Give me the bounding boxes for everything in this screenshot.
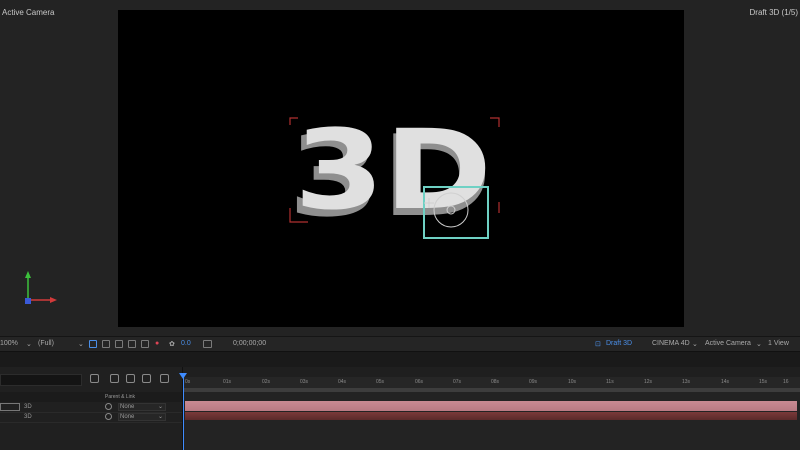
layer-name[interactable]: 3D <box>24 404 32 410</box>
parent-value: None <box>120 404 135 410</box>
current-time-indicator[interactable] <box>183 373 184 450</box>
resolution-select[interactable]: (Full) <box>38 340 54 347</box>
parent-value: None <box>120 414 135 420</box>
draft-3d-label[interactable]: Draft 3D <box>606 340 632 347</box>
reset-exposure-icon[interactable]: ✿ <box>169 340 175 348</box>
chevron-down-icon[interactable]: ⌄ <box>692 340 698 348</box>
channel-icon[interactable]: ● <box>155 340 159 347</box>
zoom-select[interactable]: 100% <box>0 340 18 347</box>
layer-tracks <box>183 392 800 450</box>
pick-whip-icon[interactable] <box>105 403 112 410</box>
layer-search-input[interactable] <box>0 374 82 386</box>
composition-canvas[interactable]: 3D 3D <box>118 10 684 327</box>
axis-gizmo-icon <box>25 271 57 304</box>
ruler-tick-label: 01s <box>223 379 232 385</box>
draft-3d-icon[interactable] <box>110 374 119 383</box>
layer-duration-bar[interactable] <box>185 412 797 420</box>
pick-whip-icon[interactable] <box>105 413 112 420</box>
layer-duration-bar[interactable] <box>185 401 797 411</box>
ruler-tick-label: 14s <box>721 379 730 385</box>
playhead-handle-icon[interactable] <box>179 373 187 379</box>
renderer-select[interactable]: CINEMA 4D <box>652 340 690 347</box>
chevron-down-icon[interactable]: ⌄ <box>78 340 84 348</box>
ruler-tick-label: 06s <box>415 379 424 385</box>
ruler-tick-label: 13s <box>682 379 691 385</box>
renderer-label: Draft 3D (1/5) <box>749 8 798 17</box>
time-ruler[interactable]: 0s 01s 02s 03s 04s 05s 06s 07s 08s 09s 10s 11s 12s 13… <box>183 377 800 388</box>
ruler-tick-label: 12s <box>644 379 653 385</box>
ruler-tick-label: 15s <box>759 379 768 385</box>
layer-columns-header: Parent & Link <box>0 392 182 402</box>
current-timecode[interactable]: 0;00;00;00 <box>233 340 266 347</box>
ruler-tick-label: 16 <box>783 379 789 385</box>
views-select[interactable]: 1 View <box>768 340 789 347</box>
ruler-tick-label: 10s <box>568 379 577 385</box>
layer-row[interactable]: 3D None ⌄ <box>0 413 182 423</box>
chevron-down-icon: ⌄ <box>157 414 163 420</box>
viewer-toolbar: 100% ⌄ (Full) ⌄ ● ✿ 0.0 0;00;00;00 ⊡ Dra… <box>0 336 800 351</box>
draft-3d-toggle-icon[interactable]: ⊡ <box>595 340 601 348</box>
camera-select[interactable]: Active Camera <box>705 340 751 347</box>
ruler-tick-label: 08s <box>491 379 500 385</box>
layer-name[interactable]: 3D <box>24 414 32 420</box>
camera-snapshot-icon[interactable] <box>203 340 212 348</box>
text-3d-layer[interactable]: 3D <box>294 106 492 234</box>
panel-divider <box>0 351 800 368</box>
layer-row[interactable]: 3D None ⌄ <box>0 403 182 413</box>
view-label: Active Camera <box>2 8 55 17</box>
ruler-tick-label: 05s <box>376 379 385 385</box>
snapshot-icon[interactable] <box>141 340 149 348</box>
region-of-interest-icon[interactable] <box>89 340 97 348</box>
parent-link-header: Parent & Link <box>105 394 136 400</box>
comp-mini-flowchart-icon[interactable] <box>90 374 99 383</box>
parent-select[interactable]: None ⌄ <box>118 403 166 411</box>
layer-label-color[interactable] <box>0 403 20 411</box>
chevron-down-icon: ⌄ <box>157 404 163 410</box>
exposure-value[interactable]: 0.0 <box>181 340 191 347</box>
ruler-tick-label: 03s <box>300 379 309 385</box>
ruler-tick-label: 02s <box>262 379 271 385</box>
ruler-tick-label: 07s <box>453 379 462 385</box>
shy-layers-icon[interactable] <box>126 374 135 383</box>
ruler-tick-label: 09s <box>529 379 538 385</box>
mask-visibility-icon[interactable] <box>115 340 123 348</box>
graph-editor-icon[interactable] <box>160 374 169 383</box>
chevron-down-icon[interactable]: ⌄ <box>26 340 32 348</box>
timeline-panel: Parent & Link 3D None ⌄ 3D None ⌄ 0s 01s 02s… <box>0 367 800 450</box>
ruler-tick-label: 0s <box>185 379 191 385</box>
layer-list-panel: Parent & Link 3D None ⌄ 3D None ⌄ <box>0 367 183 450</box>
parent-select[interactable]: None ⌄ <box>118 413 166 421</box>
ruler-tick-label: 04s <box>338 379 347 385</box>
grid-icon[interactable] <box>128 340 136 348</box>
chevron-down-icon[interactable]: ⌄ <box>756 340 762 348</box>
ruler-tick-label: 11s <box>606 379 614 385</box>
transparency-grid-icon[interactable] <box>102 340 110 348</box>
composition-viewer[interactable]: Active Camera Draft 3D (1/5) 3D 3D <box>0 0 800 336</box>
frame-blending-icon[interactable] <box>142 374 151 383</box>
